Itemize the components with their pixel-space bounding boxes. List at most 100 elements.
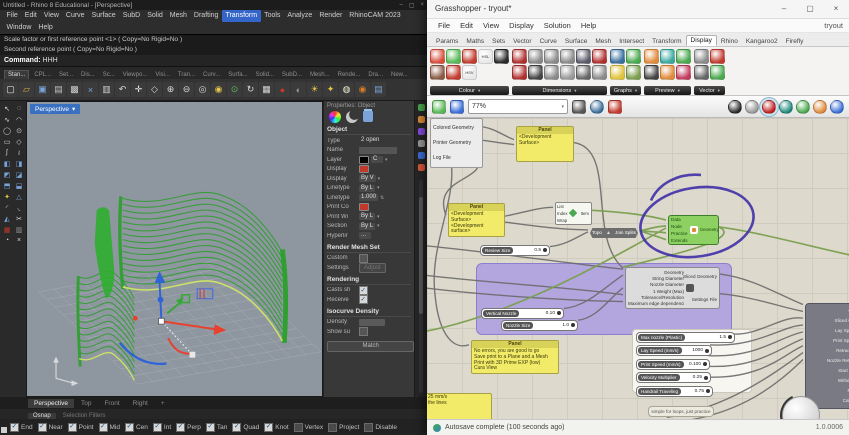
slider-nozzle-size[interactable]: Nozzle Size 1.0 bbox=[501, 320, 578, 331]
rhino-menu-item[interactable]: Transform bbox=[222, 10, 261, 22]
grid-icon[interactable]: ▦ bbox=[1, 224, 13, 235]
source-component[interactable]: Colored GeometryPrinter GeometryLog File bbox=[430, 118, 483, 168]
component-tab[interactable]: Params bbox=[432, 37, 462, 46]
panel-tab-display[interactable] bbox=[418, 128, 425, 135]
pink-blob-icon[interactable] bbox=[676, 65, 691, 80]
gradient-bar-icon[interactable] bbox=[610, 65, 625, 80]
ellipse-icon[interactable]: ⊙ bbox=[13, 125, 25, 136]
property-row[interactable]: Display bbox=[327, 165, 411, 175]
group-name-capsule[interactable]: simple for loops, just practice bbox=[648, 406, 714, 417]
zoom-extents-icon[interactable] bbox=[572, 100, 586, 114]
match-button[interactable]: Match bbox=[327, 341, 414, 352]
spiral-icon[interactable] bbox=[694, 65, 709, 80]
paste-icon[interactable]: ▥ bbox=[99, 82, 114, 97]
source-output-row[interactable]: Colored Geometry bbox=[433, 125, 480, 131]
color-swatch[interactable] bbox=[359, 156, 369, 164]
render-view-icon[interactable]: ◐ bbox=[291, 82, 306, 97]
panel-title[interactable]: Panel bbox=[472, 341, 558, 348]
osnap-toggle[interactable]: Perp bbox=[176, 423, 201, 432]
no-preview-icon[interactable] bbox=[745, 100, 759, 114]
component-tab[interactable]: Firefly bbox=[782, 37, 808, 46]
chevron-down-icon[interactable]: ▾ bbox=[378, 176, 381, 182]
rhino-menu-item[interactable]: Solid bbox=[144, 10, 167, 22]
show-surface-checkbox[interactable] bbox=[359, 327, 368, 336]
toolbar-tab[interactable]: Dra... bbox=[365, 71, 386, 79]
rhino-menu-item[interactable]: RhinoCAM 2023 bbox=[346, 10, 404, 22]
paint-icon[interactable]: ✦ bbox=[323, 82, 338, 97]
component-tab[interactable]: Surface bbox=[561, 37, 591, 46]
rotate-view-icon[interactable]: ↻ bbox=[243, 82, 258, 97]
gradient-image-icon[interactable] bbox=[494, 49, 509, 64]
trim-icon[interactable]: ✂ bbox=[13, 213, 25, 224]
panel-node-4[interactable]: 25 mm/sthe lines bbox=[427, 393, 492, 419]
toolbar-tab[interactable]: Visi... bbox=[152, 71, 173, 79]
panel-tab-libraries[interactable] bbox=[418, 152, 425, 159]
blue-ball-icon[interactable] bbox=[830, 100, 844, 114]
colour-pie-icon[interactable] bbox=[462, 49, 477, 64]
component-tab[interactable]: Display bbox=[686, 35, 717, 46]
eye-icon[interactable] bbox=[590, 100, 604, 114]
wireframe-preview-icon[interactable] bbox=[728, 100, 742, 114]
property-value[interactable]: 2 open bbox=[359, 137, 381, 144]
trash-icon[interactable] bbox=[363, 111, 373, 122]
marker-icon[interactable] bbox=[512, 65, 527, 80]
chamfer-icon[interactable]: ◟ bbox=[13, 202, 25, 213]
receives-shadows-row[interactable]: Receive bbox=[327, 295, 411, 305]
checkbox[interactable] bbox=[153, 423, 162, 432]
command-input-value[interactable]: HHH bbox=[43, 57, 58, 64]
osnap-toggle[interactable]: Tan bbox=[206, 423, 227, 432]
select-arrow-icon[interactable]: ↖ bbox=[1, 103, 13, 114]
polyline-dimension-icon[interactable] bbox=[560, 65, 575, 80]
minimize-button[interactable]: – bbox=[399, 2, 402, 9]
property-value[interactable]: ... bbox=[359, 232, 371, 239]
property-row[interactable]: Linetype By L ▾ bbox=[327, 184, 411, 194]
toolbar-tab[interactable]: Tran... bbox=[175, 71, 198, 79]
brown-swatch-icon[interactable] bbox=[430, 65, 445, 80]
toolbar-tab[interactable]: Solid... bbox=[253, 71, 277, 79]
number-slider[interactable]: Handrail Traveling 0.75 bbox=[636, 386, 713, 397]
flag-dimension-icon[interactable] bbox=[576, 65, 591, 80]
property-row[interactable]: Type 2 open bbox=[327, 136, 411, 146]
new-file-icon[interactable]: ▢ bbox=[3, 82, 18, 97]
grasshopper-menu-item[interactable]: View bbox=[478, 21, 504, 30]
component-tab[interactable]: Curve bbox=[536, 37, 561, 46]
orange-ball-icon[interactable] bbox=[660, 65, 675, 80]
property-row[interactable]: Hyperlir ... bbox=[327, 231, 411, 241]
rectangle-icon[interactable]: ▭ bbox=[1, 136, 13, 147]
open-file-icon[interactable]: ▱ bbox=[19, 82, 34, 97]
teal-box-icon[interactable] bbox=[660, 49, 675, 64]
panel-tab-notes[interactable] bbox=[418, 164, 425, 171]
color-swatch[interactable] bbox=[359, 203, 369, 211]
grasshopper-menu-item[interactable]: Edit bbox=[455, 21, 478, 30]
property-value[interactable] bbox=[359, 147, 397, 154]
adjust-button[interactable]: Adjust bbox=[359, 263, 386, 273]
image-icon[interactable] bbox=[610, 49, 625, 64]
freeform-icon[interactable]: ≀ bbox=[13, 147, 25, 158]
osnap-toggle[interactable]: Vertex bbox=[294, 423, 323, 432]
ribbon-group-label[interactable]: Graphs▾ bbox=[610, 86, 641, 95]
viewport-tab-front[interactable]: Front bbox=[98, 399, 125, 408]
shaded-view-icon[interactable]: ● bbox=[275, 82, 290, 97]
checkbox[interactable] bbox=[38, 423, 47, 432]
viewport-tab-right[interactable]: Right bbox=[127, 399, 154, 408]
grasshopper-menu-item[interactable]: File bbox=[433, 21, 455, 30]
component-tab[interactable]: Intersect bbox=[615, 37, 648, 46]
text-tag-icon[interactable] bbox=[512, 49, 527, 64]
osnap-toggle[interactable]: Near bbox=[38, 423, 63, 432]
rhino-menu-item[interactable]: Drafting bbox=[190, 10, 222, 22]
grasshopper-menu-item[interactable]: Solution bbox=[539, 21, 576, 30]
zoom-window-icon[interactable]: ◎ bbox=[195, 82, 210, 97]
checkbox[interactable] bbox=[294, 423, 303, 432]
checkbox[interactable] bbox=[232, 423, 241, 432]
lightbulb-icon[interactable]: ◍ bbox=[339, 82, 354, 97]
viewport-tab-perspective[interactable]: Perspective bbox=[28, 399, 74, 408]
toolbar-tab[interactable]: Rende... bbox=[335, 71, 364, 79]
chevron-down-icon[interactable]: ▾ bbox=[385, 157, 388, 163]
checkbox[interactable] bbox=[176, 423, 185, 432]
maximize-button[interactable]: ▢ bbox=[797, 4, 823, 13]
slider-knob[interactable] bbox=[704, 376, 708, 380]
number-slider[interactable]: Max nozzle (Plastic) 1.5 bbox=[636, 332, 735, 343]
four-view-icon[interactable]: ▦ bbox=[259, 82, 274, 97]
rhino-menu-item[interactable]: Window bbox=[3, 22, 35, 34]
red-star-icon[interactable] bbox=[710, 49, 725, 64]
